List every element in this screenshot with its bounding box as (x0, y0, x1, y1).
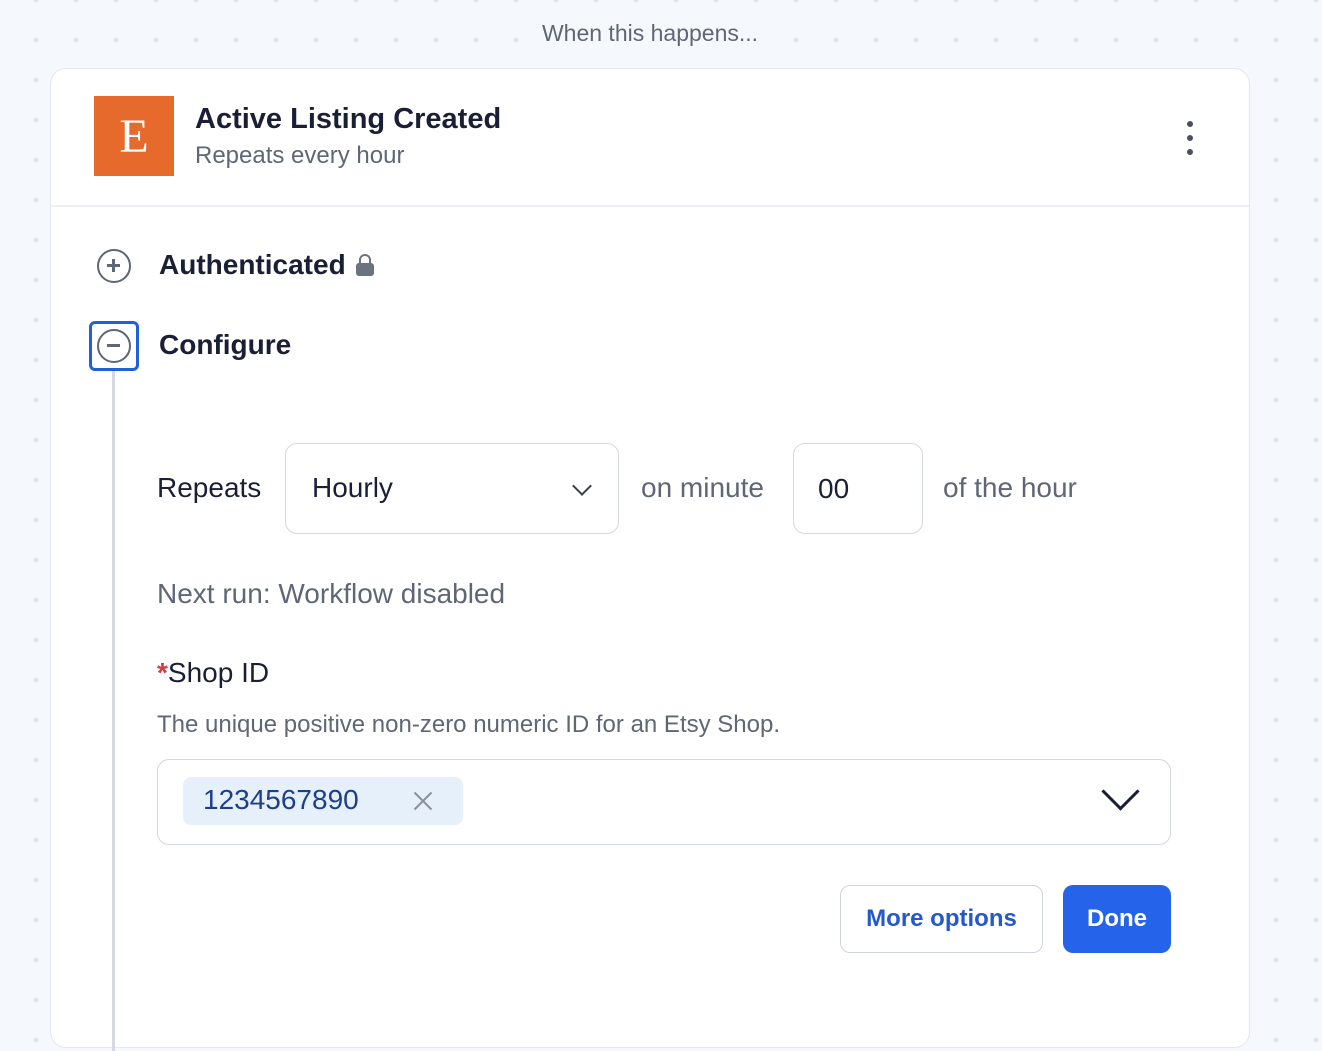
required-marker: * (157, 657, 168, 688)
frequency-value: Hourly (312, 472, 393, 503)
collapse-configure-button[interactable] (89, 321, 139, 371)
more-menu-icon[interactable] (1177, 121, 1203, 155)
step-authenticated-label: Authenticated (159, 249, 346, 280)
etsy-logo-icon: E (94, 96, 174, 176)
minus-circle-icon (97, 329, 131, 363)
trigger-subtitle: Repeats every hour (195, 142, 405, 169)
shop-id-select[interactable]: 1234567890 (157, 759, 1171, 845)
next-run-status: Next run: Workflow disabled (157, 578, 506, 609)
on-minute-label: on minute (641, 472, 764, 503)
step-authenticated[interactable]: Authenticated (159, 249, 374, 281)
selected-chip: 1234567890 (183, 777, 463, 825)
shop-id-label-text: Shop ID (167, 657, 270, 688)
expand-authenticated-button[interactable] (94, 246, 134, 286)
minute-input[interactable] (793, 443, 923, 534)
done-button[interactable]: Done (1063, 885, 1171, 953)
frequency-select[interactable]: Hourly (285, 443, 619, 534)
step-configure-label[interactable]: Configure (159, 329, 291, 361)
of-hour-label: of the hour (943, 472, 1077, 503)
more-options-button[interactable]: More options (840, 885, 1043, 953)
chip-label: 1234567890 (203, 784, 359, 815)
repeats-label: Repeats (157, 472, 262, 503)
plus-circle-icon (97, 249, 131, 283)
trigger-title: Active Listing Created (195, 103, 502, 135)
chevron-down-icon[interactable] (1101, 772, 1140, 811)
shop-id-label: *Shop ID (157, 657, 269, 689)
lock-icon (355, 253, 374, 276)
trigger-card: E Active Listing Created Repeats every h… (50, 68, 1250, 1051)
chevron-down-icon (572, 476, 592, 496)
card-header: E Active Listing Created Repeats every h… (51, 69, 1249, 207)
step-connector-line (112, 371, 115, 1051)
trigger-caption-text: When this happens... (529, 20, 771, 46)
trigger-caption: When this happens... (0, 20, 1300, 47)
shop-id-help: The unique positive non-zero numeric ID … (157, 711, 780, 738)
close-icon[interactable] (409, 787, 437, 815)
